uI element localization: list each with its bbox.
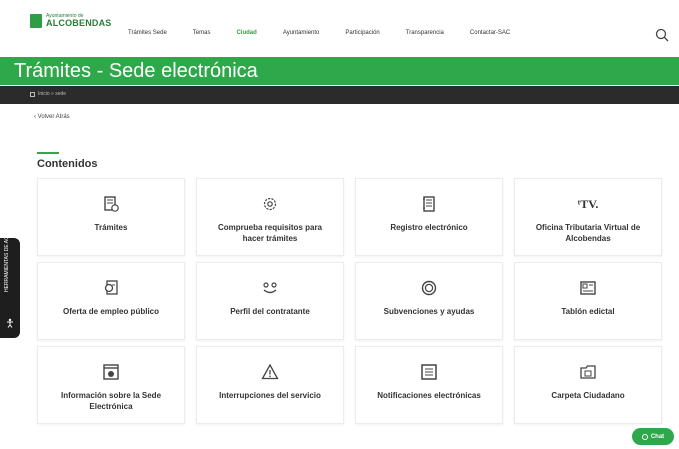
- card-label: Perfil del contratante: [230, 307, 310, 316]
- city-crest-icon: [30, 14, 42, 28]
- contents-grid: Trámites Comprueba requisitos para hacer…: [37, 178, 665, 424]
- accessibility-icon: [7, 318, 13, 328]
- breadcrumb-bar: Inicio » sede: [0, 86, 679, 104]
- card-label: Interrupciones del servicio: [219, 391, 321, 400]
- chat-button[interactable]: Chat: [632, 428, 674, 445]
- card-oficina-tributaria[interactable]: ᵗTV. Oficina Tributaria Virtual de Alcob…: [514, 178, 662, 256]
- nav-ayuntamiento[interactable]: Ayuntamiento: [283, 30, 320, 36]
- section-title: Contenidos: [37, 158, 98, 170]
- nav-participacion[interactable]: Participación: [345, 30, 379, 36]
- alcobendas-logo[interactable]: Ayuntamiento de ALCOBENDAS: [30, 14, 112, 28]
- card-notificaciones[interactable]: Notificaciones electrónicas: [355, 346, 503, 424]
- page: Ayuntamiento de ALCOBENDAS Trámites Sede…: [0, 0, 679, 449]
- card-interrupciones[interactable]: Interrupciones del servicio: [196, 346, 344, 424]
- logo-title: ALCOBENDAS: [46, 18, 112, 28]
- page-title: Trámites - Sede electrónica: [14, 60, 258, 82]
- search-button[interactable]: [655, 28, 669, 42]
- warning-icon: [261, 363, 279, 381]
- breadcrumb-text: Inicio » sede: [38, 91, 67, 97]
- notification-icon: [420, 363, 438, 381]
- card-label: Trámites: [94, 223, 128, 232]
- card-comprueba-requisitos[interactable]: Comprueba requisitos para hacer trámites: [196, 178, 344, 256]
- notice-board-icon: [579, 279, 597, 297]
- breadcrumb[interactable]: Inicio » sede: [30, 91, 66, 97]
- search-icon: [655, 28, 669, 42]
- tv-logo-icon: ᵗTV.: [577, 195, 599, 213]
- nav-temas[interactable]: Temas: [193, 30, 211, 36]
- card-carpeta-ciudadano[interactable]: Carpeta Ciudadano: [514, 346, 662, 424]
- nav-contactar-sac[interactable]: Contactar-SAC: [470, 30, 510, 36]
- card-label: Subvenciones y ayudas: [383, 307, 475, 316]
- card-tablon-edictal[interactable]: Tablón edictal: [514, 262, 662, 340]
- accessibility-label: HERRAMIENTAS DE ACCESIBILIDAD: [4, 205, 10, 292]
- coin-icon: [420, 279, 438, 297]
- card-perfil-contratante[interactable]: Perfil del contratante: [196, 262, 344, 340]
- card-label: Registro electrónico: [390, 223, 468, 232]
- card-tramites[interactable]: Trámites: [37, 178, 185, 256]
- card-subvenciones[interactable]: Subvenciones y ayudas: [355, 262, 503, 340]
- nav-tramites-sede[interactable]: Trámites Sede: [128, 30, 167, 36]
- info-window-icon: [102, 363, 120, 381]
- nav-transparencia[interactable]: Transparencia: [406, 30, 444, 36]
- card-label: Información sobre la Sede Electrónica: [60, 391, 162, 411]
- card-registro-electronico[interactable]: Registro electrónico: [355, 178, 503, 256]
- job-offer-icon: [102, 279, 120, 297]
- card-informacion-sede[interactable]: Información sobre la Sede Electrónica: [37, 346, 185, 424]
- handshake-icon: [261, 279, 279, 297]
- nav-ciudad[interactable]: Ciudad: [236, 30, 256, 36]
- register-book-icon: [420, 195, 438, 213]
- card-label: Carpeta Ciudadano: [551, 391, 625, 400]
- gear-icon: [261, 195, 279, 213]
- accessibility-tools-tab[interactable]: HERRAMIENTAS DE ACCESIBILIDAD: [0, 205, 20, 338]
- back-link[interactable]: ‹ Volver Atrás: [34, 114, 70, 120]
- home-icon: [30, 91, 35, 97]
- main-nav: Trámites Sede Temas Ciudad Ayuntamiento …: [128, 30, 536, 36]
- card-label: Notificaciones electrónicas: [377, 391, 481, 400]
- site-header: Ayuntamiento de ALCOBENDAS Trámites Sede…: [0, 0, 679, 56]
- tv-logo-text: ᵗTV.: [577, 197, 599, 211]
- folder-icon: [579, 363, 597, 381]
- forms-icon: [102, 195, 120, 213]
- card-label: Comprueba requisitos para hacer trámites: [217, 223, 323, 243]
- chat-bubble-icon: [641, 433, 648, 440]
- card-label: Oferta de empleo público: [62, 307, 159, 316]
- section-accent-line: [37, 152, 59, 154]
- card-label: Oficina Tributaria Virtual de Alcobendas: [535, 223, 641, 243]
- title-band: Trámites - Sede electrónica: [0, 57, 679, 85]
- card-label: Tablón edictal: [561, 307, 615, 316]
- chat-label: Chat: [650, 433, 665, 440]
- card-oferta-empleo[interactable]: Oferta de empleo público: [37, 262, 185, 340]
